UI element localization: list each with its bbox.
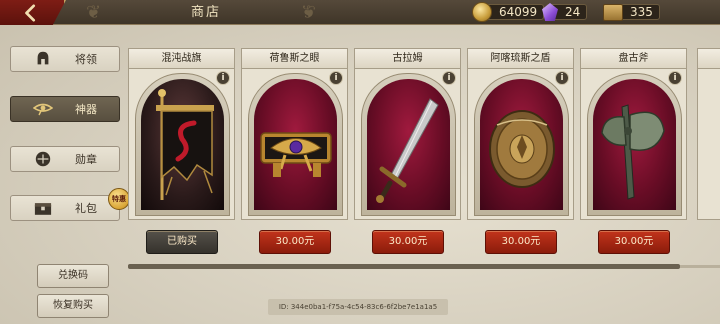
chaos-banner-icon — [141, 79, 224, 210]
item-title: 荷鲁斯之眼 — [242, 49, 347, 69]
special-offer-badge: 特惠 — [108, 188, 130, 210]
item-card-eye-of-horus[interactable]: 荷鲁斯之眼 i — [241, 48, 348, 220]
buy-button[interactable]: 30.00元 — [259, 230, 331, 254]
item-card-partial[interactable] — [697, 48, 720, 220]
item-frame — [587, 73, 682, 216]
info-icon[interactable]: i — [216, 71, 230, 85]
restore-purchase-button[interactable]: 恢复购买 — [37, 294, 109, 318]
eye-of-horus-icon — [33, 99, 53, 119]
item-title: 阿喀琉斯之盾 — [468, 49, 573, 69]
eye-of-horus-icon — [254, 79, 337, 210]
sword-icon — [367, 79, 450, 210]
info-icon[interactable]: i — [668, 71, 682, 85]
info-icon[interactable]: i — [329, 71, 343, 85]
helmet-icon — [33, 49, 53, 69]
item-frame — [361, 73, 456, 216]
top-bar: ❦ ❦ 商店 64099 24 335 — [0, 0, 720, 25]
item-card-axe[interactable]: 盘古斧 i — [580, 48, 687, 220]
item-card-chaos-banner[interactable]: 混沌战旗 i — [128, 48, 235, 220]
buy-button[interactable]: 30.00元 — [485, 230, 557, 254]
sidebar-item-label: 神器 — [75, 103, 97, 116]
shield-icon — [480, 79, 563, 210]
sidebar-item-generals[interactable]: 将领 — [10, 46, 120, 72]
item-card-sword[interactable]: 古拉姆 i — [354, 48, 461, 220]
axe-icon — [593, 79, 676, 210]
gold-coin-icon — [472, 2, 492, 22]
medal-icon — [33, 149, 53, 169]
gem-counter: 24 — [542, 3, 588, 21]
chest-counter: 335 — [603, 3, 660, 21]
buy-button[interactable]: 30.00元 — [598, 230, 670, 254]
sidebar-item-packs[interactable]: 礼包 — [10, 195, 120, 221]
item-frame — [248, 73, 343, 216]
treasure-chest-icon — [603, 3, 623, 21]
purchased-button[interactable]: 已购买 — [146, 230, 218, 254]
buy-button[interactable]: 30.00元 — [372, 230, 444, 254]
sidebar-item-label: 勋章 — [75, 153, 97, 166]
treasure-chest-icon — [33, 198, 53, 218]
item-title: 古拉姆 — [355, 49, 460, 69]
player-id: ID: 344e0ba1-f75a-4c54-83c6-6f2be7e1a1a5 — [268, 299, 448, 315]
item-frame — [135, 73, 230, 216]
info-icon[interactable]: i — [442, 71, 456, 85]
item-card-shield[interactable]: 阿喀琉斯之盾 i — [467, 48, 574, 220]
sidebar-item-label: 礼包 — [75, 202, 97, 215]
page-title: 商店 — [190, 5, 221, 20]
item-frame — [474, 73, 569, 216]
sidebar-item-artifacts[interactable]: 神器 — [10, 96, 120, 122]
item-title: 盘古斧 — [581, 49, 686, 69]
sidebar-item-label: 将领 — [75, 53, 97, 66]
redeem-code-button[interactable]: 兑换码 — [37, 264, 109, 288]
info-icon[interactable]: i — [555, 71, 569, 85]
scrollbar-thumb[interactable] — [128, 264, 680, 269]
item-title: 混沌战旗 — [129, 49, 234, 69]
sidebar-item-medals[interactable]: 勋章 — [10, 146, 120, 172]
gold-counter: 64099 — [472, 2, 545, 22]
